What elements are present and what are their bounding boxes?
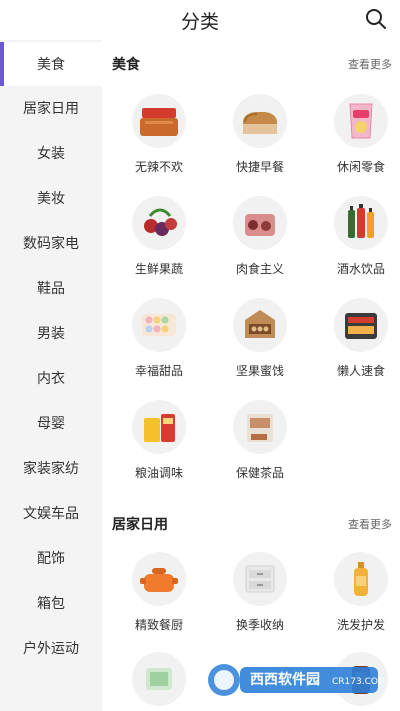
svg-text:西西软件园: 西西软件园 [250, 671, 320, 688]
category-card[interactable]: 肉食主义 [213, 196, 303, 286]
storage-drawer-icon [233, 552, 287, 606]
sidebar-item-men[interactable]: 男装 [0, 311, 102, 355]
section-title-home: 居家日用 [112, 517, 168, 533]
category-label: 无辣不欢 [134, 160, 183, 174]
category-card[interactable]: 保健茶品 [213, 400, 303, 490]
view-more-home[interactable]: 查看更多 [348, 516, 392, 532]
spicy-snack-icon [132, 94, 186, 148]
category-label: 肉食主义 [235, 262, 284, 276]
sidebar-item-beauty[interactable]: 美妆 [0, 176, 102, 220]
category-card[interactable]: 幸福甜品 [112, 298, 202, 388]
category-label: 快捷早餐 [235, 160, 284, 174]
macaron-icon [132, 298, 186, 352]
nuts-gift-box-icon [233, 298, 287, 352]
category-card[interactable]: 懒人速食 [314, 298, 400, 388]
product-thumbnail-icon [132, 652, 186, 706]
tea-icon [233, 400, 287, 454]
category-card[interactable]: 换季收纳 [213, 552, 303, 642]
category-label: 休闲零食 [336, 160, 385, 174]
watermark-logo: 西西软件园 CR173.COM [206, 660, 386, 700]
category-sidebar: 美食 居家日用 女装 美妆 数码家电 鞋品 男装 内衣 母婴 家装家纺 文娱车品… [0, 40, 102, 711]
category-card[interactable] [112, 652, 202, 711]
category-content: 美食 查看更多 无辣不欢 快捷早餐 休闲零食 生鲜果蔬 肉食主义 酒水饮品 幸福… [102, 40, 400, 711]
sidebar-item-shoes[interactable]: 鞋品 [0, 266, 102, 310]
sidebar-item-food[interactable]: 美食 [0, 42, 102, 86]
category-label: 换季收纳 [235, 618, 284, 632]
sidebar-item-baby[interactable]: 母婴 [0, 401, 102, 445]
search-icon[interactable] [364, 7, 388, 31]
section-title-food: 美食 [112, 57, 140, 73]
category-label: 酒水饮品 [336, 262, 385, 276]
sidebar-item-entertainment-car[interactable]: 文娱车品 [0, 491, 102, 535]
fruits-icon [132, 196, 186, 250]
category-label: 坚果蜜饯 [235, 364, 284, 378]
sidebar-item-home[interactable]: 居家日用 [0, 86, 102, 130]
category-card[interactable]: 洗发护发 [314, 552, 400, 642]
category-card[interactable]: 粮油调味 [112, 400, 202, 490]
sidebar-item-outdoor[interactable]: 户外运动 [0, 626, 102, 670]
category-card[interactable]: 生鲜果蔬 [112, 196, 202, 286]
shampoo-bottle-icon [334, 552, 388, 606]
oil-rice-icon [132, 400, 186, 454]
category-card[interactable]: 精致餐厨 [112, 552, 202, 642]
sidebar-item-underwear[interactable]: 内衣 [0, 356, 102, 400]
category-card[interactable]: 快捷早餐 [213, 94, 303, 184]
chips-bag-icon [334, 94, 388, 148]
category-label: 生鲜果蔬 [134, 262, 183, 276]
category-label: 幸福甜品 [134, 364, 183, 378]
sidebar-item-digital[interactable]: 数码家电 [0, 221, 102, 265]
top-bar: 分类 [0, 0, 400, 40]
bread-icon [233, 94, 287, 148]
category-label: 粮油调味 [134, 466, 183, 480]
sidebar-item-women[interactable]: 女装 [0, 131, 102, 175]
sidebar-item-home-textile[interactable]: 家装家纺 [0, 446, 102, 490]
category-card[interactable]: 无辣不欢 [112, 94, 202, 184]
category-label: 懒人速食 [336, 364, 385, 378]
sidebar-item-bags[interactable]: 箱包 [0, 581, 102, 625]
category-label: 精致餐厨 [134, 618, 183, 632]
meat-icon [233, 196, 287, 250]
drinks-icon [334, 196, 388, 250]
view-more-food[interactable]: 查看更多 [348, 56, 392, 72]
category-label: 保健茶品 [235, 466, 284, 480]
pot-icon [132, 552, 186, 606]
instant-noodles-icon [334, 298, 388, 352]
category-card[interactable]: 酒水饮品 [314, 196, 400, 286]
sidebar-item-accessories[interactable]: 配饰 [0, 536, 102, 580]
svg-text:CR173.COM: CR173.COM [332, 677, 384, 687]
category-card[interactable]: 坚果蜜饯 [213, 298, 303, 388]
category-label: 洗发护发 [336, 618, 385, 632]
page-title: 分类 [180, 11, 219, 33]
category-card[interactable]: 休闲零食 [314, 94, 400, 184]
